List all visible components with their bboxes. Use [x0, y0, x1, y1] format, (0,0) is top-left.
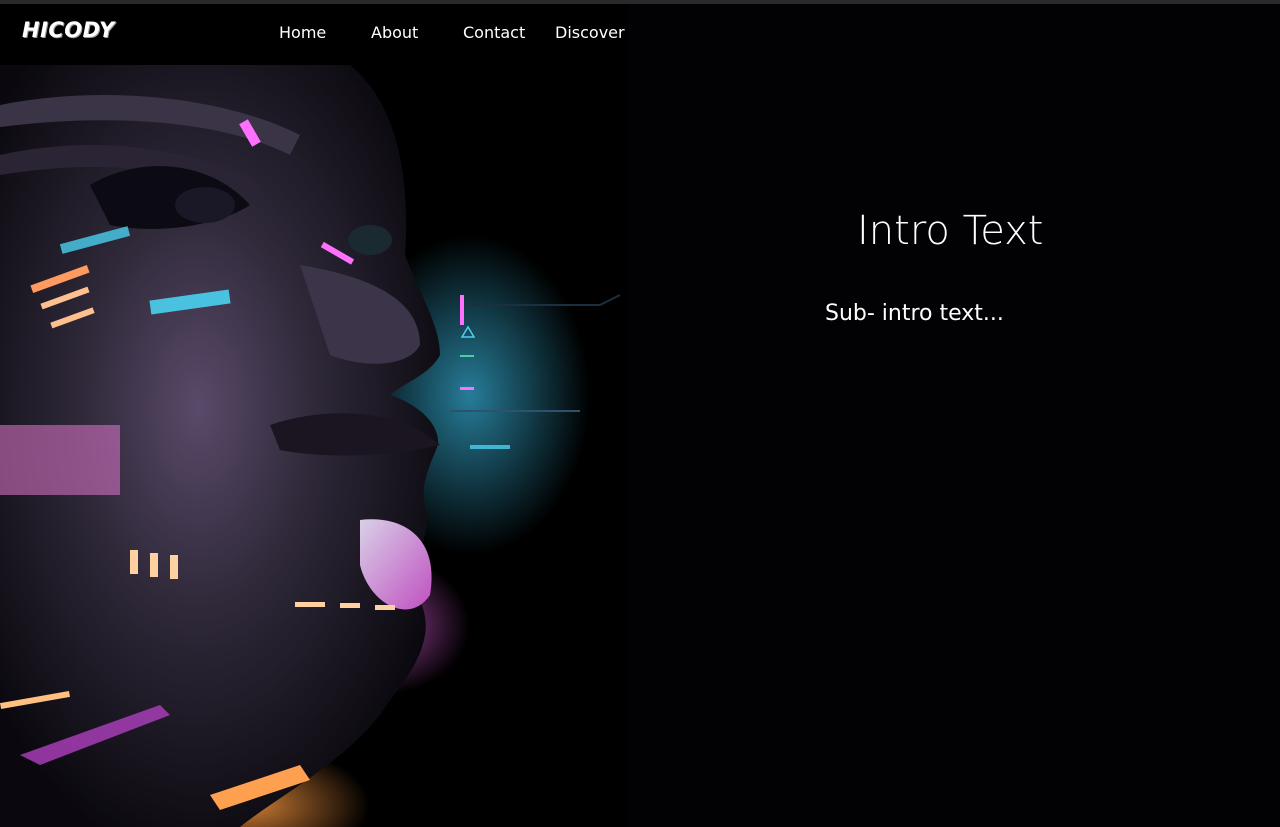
nav-link-home[interactable]: Home	[279, 23, 326, 42]
sub-intro-text: Sub- intro text...	[825, 301, 1004, 326]
intro-panel	[628, 4, 1280, 827]
page: HICODY Home About Contact Discover Intro…	[0, 4, 1280, 827]
nav-link-about[interactable]: About	[371, 23, 418, 42]
intro-title: Intro Text	[857, 208, 1044, 254]
brand-logo[interactable]: HICODY	[22, 18, 115, 42]
nav-link-contact[interactable]: Contact	[463, 23, 525, 42]
nav-link-discover[interactable]: Discover	[555, 23, 625, 42]
top-navbar: HICODY Home About Contact Discover	[0, 4, 628, 65]
hero-image-panel: HICODY Home About Contact Discover	[0, 4, 628, 827]
cyborg-face-illustration	[0, 65, 628, 827]
